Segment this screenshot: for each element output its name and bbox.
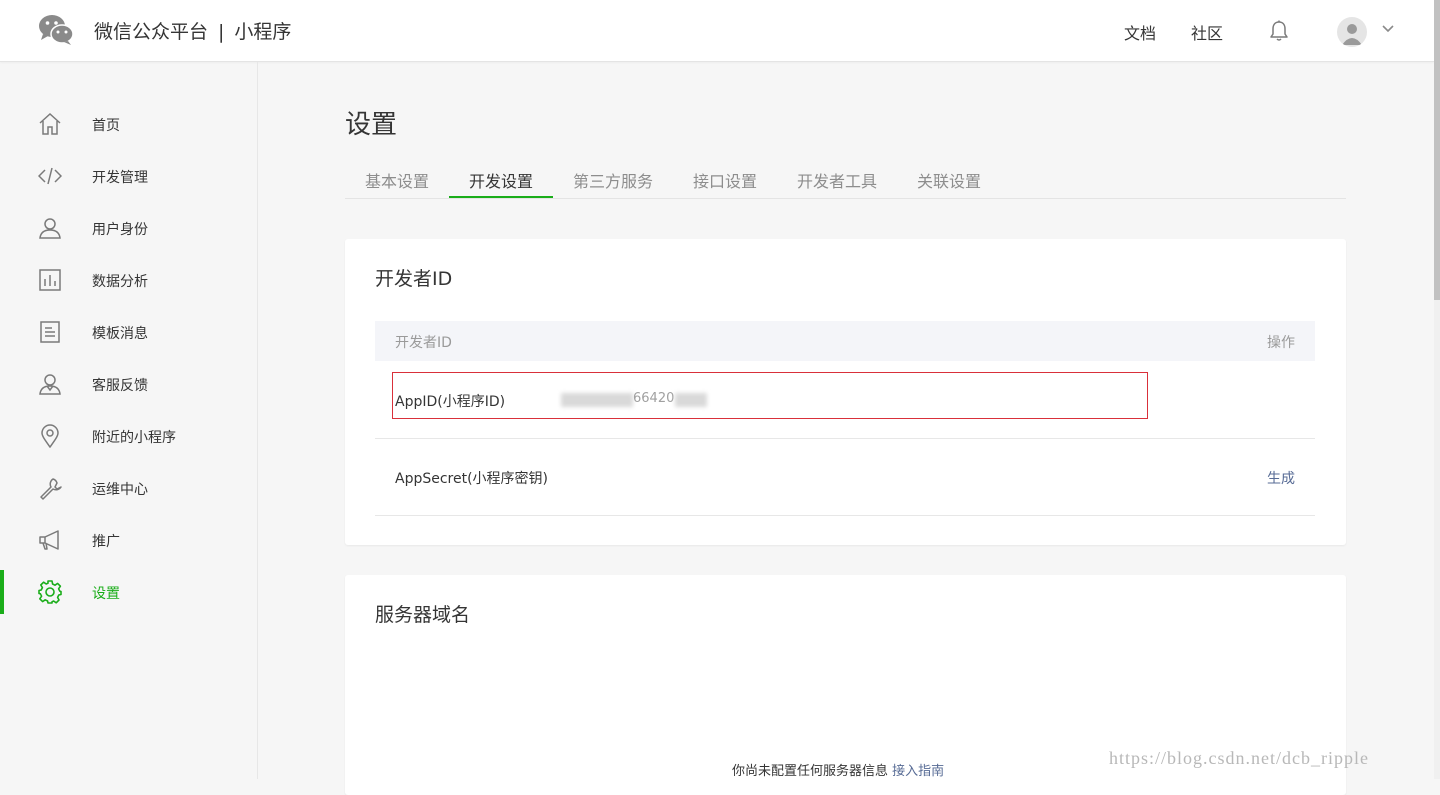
gear-icon [38, 580, 62, 604]
location-icon [41, 424, 59, 448]
sidebar-item-home[interactable]: 首页 [0, 104, 256, 144]
watermark: https://blog.csdn.net/dcb_ripple [1109, 748, 1369, 768]
empty-state-text: 你尚未配置任何服务器信息 [732, 764, 889, 779]
user-avatar-icon [1342, 24, 1362, 45]
sidebar-item-dev-management[interactable]: 开发管理 [0, 156, 256, 196]
sidebar-item-label: 客服反馈 [92, 378, 148, 394]
sidebar-item-template-message[interactable]: 模板消息 [0, 312, 256, 352]
sidebar-item-label: 数据分析 [92, 274, 148, 290]
card-title: 服务器域名 [375, 604, 471, 626]
empty-state-message: 你尚未配置任何服务器信息 接入指南 [732, 760, 944, 779]
page-title: 设置 [345, 110, 398, 140]
product-name: 小程序 [234, 21, 292, 43]
wechat-logo-icon[interactable] [38, 14, 74, 46]
sidebar-item-label: 首页 [92, 118, 120, 134]
chevron-down-icon[interactable] [1381, 24, 1395, 34]
sidebar-item-customer-feedback[interactable]: 客服反馈 [0, 364, 256, 404]
sidebar-item-settings[interactable]: 设置 [0, 570, 256, 614]
sidebar-item-label: 模板消息 [92, 326, 148, 342]
community-link[interactable]: 社区 [1191, 20, 1223, 44]
brand-separator: | [218, 21, 225, 43]
tab-third-party[interactable]: 第三方服务 [573, 168, 653, 192]
column-header-action: 操作 [1267, 335, 1295, 351]
tab-basic-settings[interactable]: 基本设置 [365, 168, 429, 192]
top-header: 微信公众平台 | 小程序 文档 社区 [0, 0, 1434, 62]
active-tab-underline [449, 196, 553, 198]
sidebar: 首页 开发管理 用户身份 数据分析 模板消息 客服反馈 附近的小程序 运维中心 … [0, 62, 258, 779]
megaphone-icon [39, 530, 59, 550]
sidebar-item-label: 附近的小程序 [92, 430, 176, 446]
tab-dev-settings[interactable]: 开发设置 [469, 168, 533, 192]
generate-secret-link[interactable]: 生成 [1267, 468, 1295, 488]
bell-icon[interactable] [1269, 20, 1289, 42]
brand-title[interactable]: 微信公众平台 | 小程序 [94, 17, 291, 44]
sidebar-item-label: 设置 [92, 586, 120, 602]
sidebar-item-data-analysis[interactable]: 数据分析 [0, 260, 256, 300]
settings-tabs: 基本设置 开发设置 第三方服务 接口设置 开发者工具 关联设置 [345, 160, 1346, 199]
brand-name: 微信公众平台 [94, 21, 209, 43]
sidebar-item-label: 开发管理 [92, 170, 148, 186]
scrollbar[interactable] [1434, 0, 1440, 779]
sidebar-item-promotion[interactable]: 推广 [0, 520, 256, 560]
appsecret-label: AppSecret(小程序密钥) [395, 471, 549, 487]
support-icon [39, 374, 61, 395]
document-icon [40, 321, 60, 343]
access-guide-link[interactable]: 接入指南 [892, 764, 944, 779]
developer-id-card: 开发者ID 开发者ID 操作 AppID(小程序ID) 66420 AppSec… [345, 239, 1346, 545]
avatar[interactable] [1337, 17, 1367, 47]
sidebar-item-user-identity[interactable]: 用户身份 [0, 208, 256, 248]
sidebar-item-nearby-miniprogram[interactable]: 附近的小程序 [0, 416, 256, 456]
user-icon [39, 218, 61, 239]
chart-icon [39, 269, 61, 291]
scrollbar-thumb[interactable] [1434, 0, 1440, 300]
table-row-appsecret: AppSecret(小程序密钥) 生成 [375, 438, 1315, 516]
sidebar-item-label: 运维中心 [92, 482, 148, 498]
tab-dev-tools[interactable]: 开发者工具 [797, 168, 877, 192]
card-title: 开发者ID [375, 268, 453, 290]
wrench-icon [40, 478, 62, 500]
sidebar-item-operations-center[interactable]: 运维中心 [0, 468, 256, 508]
tab-linked-settings[interactable]: 关联设置 [917, 168, 981, 192]
active-indicator [0, 570, 4, 614]
home-icon [39, 112, 61, 135]
tab-api-settings[interactable]: 接口设置 [693, 168, 757, 192]
sidebar-item-label: 推广 [92, 534, 120, 550]
docs-link[interactable]: 文档 [1124, 20, 1156, 44]
sidebar-item-label: 用户身份 [92, 222, 148, 238]
column-header-id: 开发者ID [395, 335, 452, 351]
code-icon [38, 167, 62, 185]
table-header: 开发者ID 操作 [375, 321, 1315, 361]
highlight-box [392, 372, 1148, 419]
